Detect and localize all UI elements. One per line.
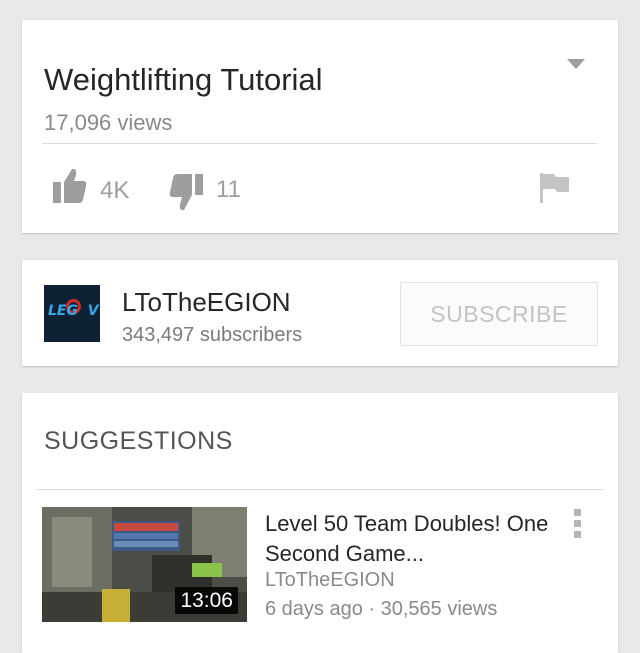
overflow-menu-icon[interactable] [568,507,588,541]
suggested-video-title[interactable]: Level 50 Team Doubles! One Second Game..… [265,509,565,569]
divider [36,489,604,490]
video-title: Weightlifting Tutorial [44,62,323,97]
video-duration: 13:06 [175,587,238,614]
suggestions-heading: SUGGESTIONS [44,427,233,455]
thumbs-down-icon [169,174,203,211]
subscribe-button[interactable]: SUBSCRIBE [400,282,598,346]
chevron-down-icon[interactable] [566,57,586,71]
avatar-logo-text: LEG V [48,303,99,319]
avatar[interactable]: LEG V [44,285,100,342]
view-count: 17,096 views [44,110,173,135]
channel-card: LEG V LToTheEGION 343,497 subscribers SU… [22,260,618,366]
suggestions-card: SUGGESTIONS 13:06 Level 50 Team Doubles!… [22,393,618,653]
suggested-video-channel: LToTheEGION [265,569,395,591]
divider [42,143,597,144]
flag-icon[interactable] [538,171,572,205]
like-count: 4K [100,177,130,204]
thumbs-up-icon [53,168,87,203]
dislike-count: 11 [216,176,241,203]
suggested-video-meta: 6 days ago · 30,565 views [265,598,498,620]
channel-name[interactable]: LToTheEGION [122,289,291,315]
video-thumbnail[interactable]: 13:06 [42,507,247,622]
video-info-card: Weightlifting Tutorial 17,096 views 4K 1… [22,20,618,233]
subscriber-count: 343,497 subscribers [122,324,303,346]
like-button[interactable]: 4K [52,167,142,207]
dislike-button[interactable]: 11 [168,172,258,217]
